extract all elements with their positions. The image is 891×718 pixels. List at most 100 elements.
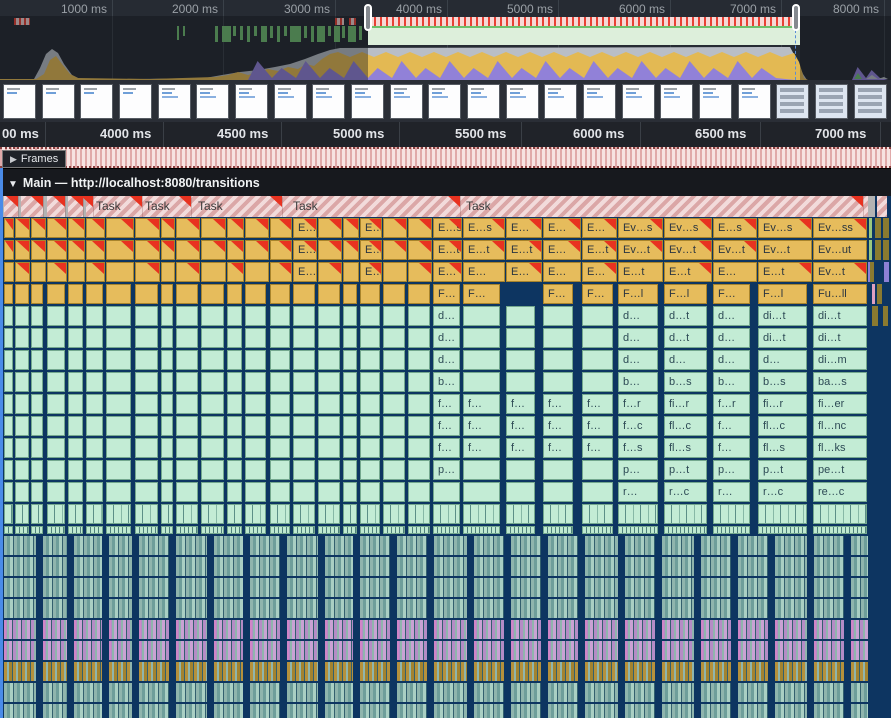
filmstrip-thumbnail[interactable]	[390, 84, 423, 119]
js-call-bar[interactable]: p…	[713, 460, 750, 480]
dense-call-cell[interactable]	[287, 578, 318, 597]
dense-call-cell[interactable]	[775, 578, 807, 597]
filmstrip-thumbnail[interactable]	[196, 84, 229, 119]
js-call-bar[interactable]: fl…c	[664, 416, 707, 436]
event-bar[interactable]	[383, 218, 407, 238]
js-call-bar[interactable]	[135, 372, 158, 392]
micro-call-cell[interactable]	[664, 504, 707, 524]
js-call-bar[interactable]	[15, 416, 29, 436]
js-call-bar[interactable]	[201, 460, 224, 480]
task-bar[interactable]	[877, 196, 887, 217]
micro-call-cell[interactable]	[618, 526, 658, 534]
js-call-bar[interactable]	[31, 350, 43, 370]
js-call-bar[interactable]	[245, 416, 266, 436]
js-call-bar[interactable]	[47, 372, 65, 392]
dense-call-cell[interactable]	[176, 557, 207, 576]
js-call-bar[interactable]	[31, 328, 43, 348]
js-call-bar[interactable]: f…	[463, 416, 500, 436]
dense-call-cell[interactable]	[43, 557, 67, 576]
dense-call-cell[interactable]	[250, 599, 280, 618]
micro-call-cell[interactable]	[245, 526, 266, 534]
js-call-bar[interactable]	[227, 350, 242, 370]
js-call-bar[interactable]	[106, 482, 131, 502]
js-call-bar[interactable]	[293, 438, 315, 458]
event-bar[interactable]: E…	[543, 262, 581, 282]
js-call-bar[interactable]	[135, 460, 158, 480]
js-call-bar[interactable]	[408, 372, 430, 392]
js-call-bar[interactable]: d…	[664, 350, 707, 370]
dense-call-cell[interactable]	[851, 599, 868, 618]
dense-call-cell[interactable]	[585, 599, 618, 618]
event-bar[interactable]	[4, 284, 13, 304]
event-bar[interactable]: F…	[463, 284, 500, 304]
js-call-bar[interactable]	[463, 350, 500, 370]
js-call-bar[interactable]	[270, 350, 290, 370]
event-bar[interactable]	[270, 284, 290, 304]
dense-call-cell[interactable]	[434, 641, 467, 660]
js-call-bar[interactable]	[318, 482, 340, 502]
selection-handle-left[interactable]	[364, 4, 372, 31]
event-bar[interactable]	[31, 284, 43, 304]
js-call-bar[interactable]	[270, 416, 290, 436]
filmstrip-thumbnail[interactable]	[622, 84, 655, 119]
filmstrip-thumbnail[interactable]	[42, 84, 75, 119]
dense-call-cell[interactable]	[434, 578, 467, 597]
js-call-bar[interactable]	[135, 394, 158, 414]
dense-call-cell[interactable]	[397, 578, 427, 597]
dense-call-cell[interactable]	[43, 578, 67, 597]
dense-call-cell[interactable]	[585, 578, 618, 597]
js-call-bar[interactable]	[270, 438, 290, 458]
dense-call-cell[interactable]	[287, 704, 318, 718]
dense-call-cell[interactable]	[325, 578, 353, 597]
event-bar[interactable]	[161, 240, 175, 260]
dense-call-cell[interactable]	[109, 536, 132, 555]
dense-call-cell[interactable]	[851, 662, 868, 681]
js-call-bar[interactable]	[318, 394, 340, 414]
event-bar[interactable]: E…s	[433, 218, 462, 238]
dense-call-cell[interactable]	[585, 557, 618, 576]
js-call-bar[interactable]	[201, 416, 224, 436]
js-call-bar[interactable]	[135, 416, 158, 436]
event-bar[interactable]	[86, 218, 105, 238]
dense-call-cell[interactable]	[814, 536, 844, 555]
js-call-bar[interactable]	[360, 394, 380, 414]
event-bar[interactable]	[360, 284, 380, 304]
event-bar[interactable]	[270, 262, 292, 282]
js-call-bar[interactable]	[408, 460, 430, 480]
js-call-bar[interactable]	[161, 372, 173, 392]
dense-call-cell[interactable]	[662, 704, 694, 718]
dense-call-cell[interactable]	[434, 599, 467, 618]
event-bar[interactable]: E…	[582, 218, 617, 238]
js-call-bar[interactable]	[408, 482, 430, 502]
event-bar[interactable]	[227, 218, 244, 238]
js-call-bar[interactable]	[68, 460, 83, 480]
dense-call-cell[interactable]	[851, 641, 868, 660]
js-call-bar[interactable]	[86, 350, 103, 370]
event-bar[interactable]: Ev…t	[758, 240, 812, 260]
js-call-bar[interactable]: d…	[713, 350, 750, 370]
js-call-bar[interactable]	[245, 438, 266, 458]
dense-call-cell[interactable]	[325, 599, 353, 618]
event-bar[interactable]: Ev…t	[664, 240, 712, 260]
dense-call-cell[interactable]	[738, 620, 768, 639]
dense-call-cell[interactable]	[701, 662, 731, 681]
js-call-bar[interactable]	[161, 460, 173, 480]
micro-call-cell[interactable]	[713, 526, 750, 534]
event-bar[interactable]	[135, 240, 160, 260]
event-bar[interactable]	[176, 240, 200, 260]
js-call-bar[interactable]	[201, 306, 224, 326]
event-bar[interactable]	[106, 262, 134, 282]
js-call-bar[interactable]	[201, 350, 224, 370]
micro-call-cell[interactable]	[135, 526, 158, 534]
js-call-bar[interactable]	[360, 416, 380, 436]
js-call-bar[interactable]	[176, 350, 198, 370]
dense-call-cell[interactable]	[214, 578, 243, 597]
js-call-bar[interactable]: f…	[463, 438, 500, 458]
dense-call-cell[interactable]	[738, 599, 768, 618]
event-bar[interactable]: E…t	[664, 262, 712, 282]
filmstrip-thumbnail[interactable]	[815, 84, 848, 119]
filmstrip-thumbnail[interactable]	[776, 84, 809, 119]
dense-call-cell[interactable]	[851, 704, 868, 718]
event-bar[interactable]	[343, 218, 359, 238]
dense-call-cell[interactable]	[287, 662, 318, 681]
